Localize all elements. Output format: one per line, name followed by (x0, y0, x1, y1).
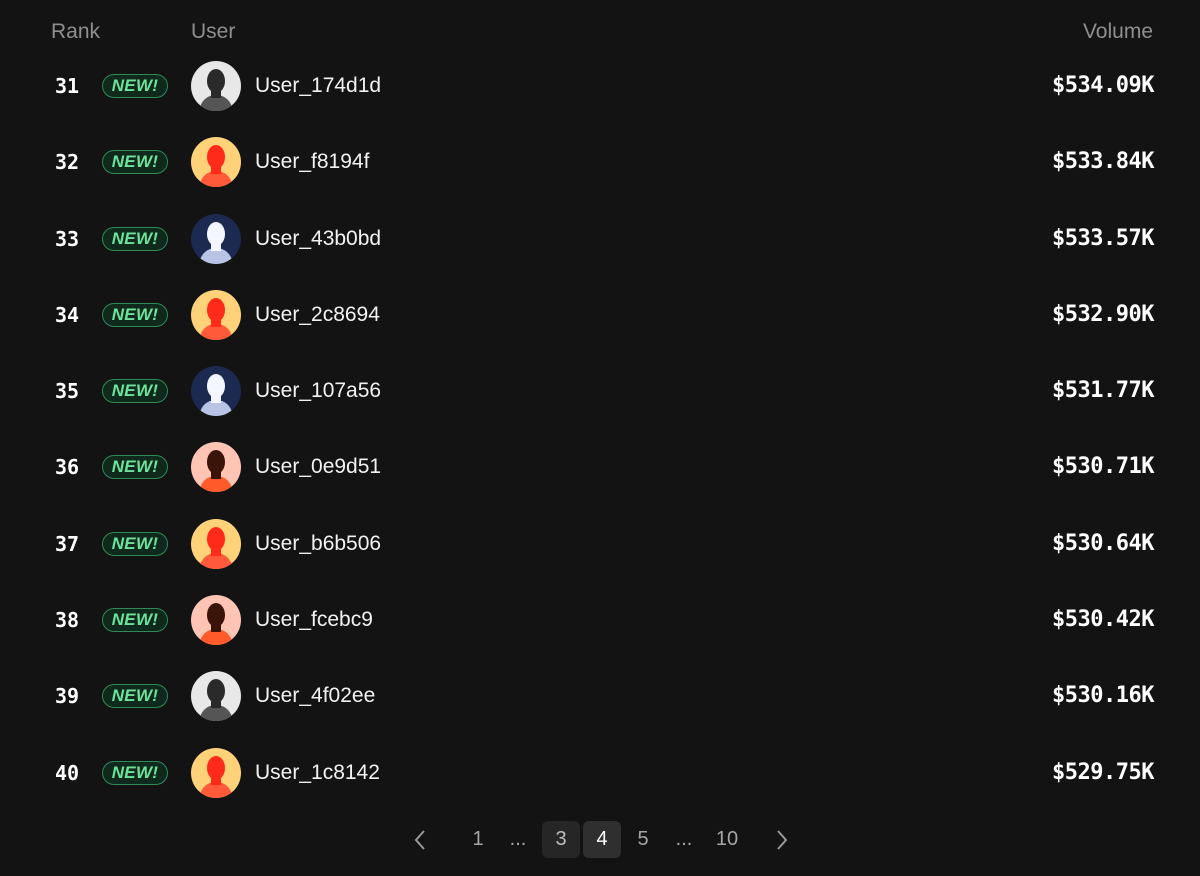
leaderboard-row[interactable]: 40 NEW! User_1c8142 $529.75K (0, 735, 1200, 811)
rank-number: 38 (54, 608, 80, 633)
rank-number: 31 (54, 74, 80, 98)
user-avatar[interactable] (191, 61, 241, 111)
page-button-3[interactable]: 3 (542, 821, 580, 858)
chevron-right-icon (763, 829, 801, 851)
user-avatar[interactable] (191, 137, 241, 188)
page-button-10[interactable]: 10 (706, 821, 748, 858)
pagination: 1... 3 4 5... 10 (0, 820, 1200, 860)
volume-value: $529.75K (1052, 759, 1154, 785)
user-avatar[interactable] (191, 671, 241, 722)
rank-number: 33 (54, 226, 80, 251)
volume-value: $532.90K (1052, 301, 1154, 327)
new-badge: NEW! (102, 150, 168, 175)
leaderboard-row[interactable]: 36 NEW! User_0e9d51 $530.71K (0, 429, 1200, 505)
user-avatar[interactable] (191, 366, 241, 417)
username-link[interactable]: User_2c8694 (255, 303, 380, 327)
rank-column-header: Rank (51, 20, 101, 43)
user-avatar[interactable] (191, 518, 241, 569)
username-link[interactable]: User_1c8142 (255, 761, 380, 785)
leaderboard-row[interactable]: 34 NEW! User_2c8694 $532.90K (0, 277, 1200, 353)
new-badge: NEW! (102, 226, 168, 251)
page-button-1[interactable]: 1 (459, 821, 497, 858)
new-badge: NEW! (102, 74, 168, 98)
new-badge: NEW! (102, 684, 168, 709)
username-link[interactable]: User_43b0bd (255, 227, 381, 251)
new-badge: NEW! (102, 608, 168, 633)
prev-page-button[interactable] (401, 821, 439, 858)
volume-value: $530.71K (1052, 454, 1154, 480)
leaderboard-row[interactable]: 33 NEW! User_43b0bd $533.57K (0, 201, 1200, 277)
leaderboard-list: 31 NEW! User_174d1d $534.09K 32 NEW! User_f819… (0, 48, 1200, 811)
new-badge: NEW! (102, 531, 168, 556)
rank-number: 37 (54, 531, 80, 556)
pagination-ellipsis: ... (509, 828, 527, 850)
username-link[interactable]: User_4f02ee (255, 684, 375, 708)
new-badge: NEW! (102, 760, 168, 785)
user-column-header: User (191, 20, 236, 43)
leaderboard-row[interactable]: 35 NEW! User_107a56 $531.77K (0, 353, 1200, 429)
volume-value: $530.64K (1052, 530, 1154, 556)
rank-number: 35 (54, 379, 80, 404)
username-link[interactable]: User_174d1d (255, 74, 381, 98)
leaderboard-row[interactable]: 38 NEW! User_fcebc9 $530.42K (0, 582, 1200, 658)
leaderboard-row[interactable]: 32 NEW! User_f8194f $533.84K (0, 124, 1200, 200)
rank-number: 39 (54, 684, 80, 709)
leaderboard-row[interactable]: 37 NEW! User_b6b506 $530.64K (0, 506, 1200, 582)
new-badge: NEW! (102, 379, 168, 404)
volume-column-header: Volume (1082, 20, 1153, 43)
username-link[interactable]: User_0e9d51 (255, 455, 381, 479)
volume-value: $531.77K (1052, 378, 1154, 404)
user-avatar[interactable] (191, 213, 241, 264)
volume-value: $533.84K (1052, 149, 1154, 175)
page-button-4[interactable]: 4 (583, 821, 621, 858)
leaderboard-row[interactable]: 31 NEW! User_174d1d $534.09K (0, 48, 1200, 124)
username-link[interactable]: User_b6b506 (255, 532, 381, 556)
user-avatar[interactable] (191, 442, 241, 493)
volume-value: $533.57K (1052, 225, 1154, 251)
leaderboard-row[interactable]: 39 NEW! User_4f02ee $530.16K (0, 658, 1200, 734)
user-avatar[interactable] (191, 595, 241, 646)
chevron-left-icon (401, 829, 439, 851)
rank-number: 40 (54, 760, 80, 785)
volume-value: $534.09K (1052, 73, 1154, 98)
volume-value: $530.42K (1052, 607, 1154, 633)
username-link[interactable]: User_107a56 (255, 379, 381, 403)
next-page-button[interactable] (763, 821, 801, 858)
rank-number: 32 (54, 150, 80, 175)
username-link[interactable]: User_fcebc9 (255, 608, 373, 632)
pagination-ellipsis: ... (675, 828, 693, 850)
volume-value: $530.16K (1052, 683, 1154, 709)
username-link[interactable]: User_f8194f (255, 150, 369, 174)
rank-number: 36 (54, 455, 80, 480)
user-avatar[interactable] (191, 289, 241, 340)
rank-number: 34 (54, 302, 80, 327)
user-avatar[interactable] (191, 747, 241, 798)
page-button-5[interactable]: 5 (624, 821, 662, 858)
new-badge: NEW! (102, 302, 168, 327)
new-badge: NEW! (102, 455, 168, 480)
table-header: Rank User Volume (0, 20, 1200, 46)
